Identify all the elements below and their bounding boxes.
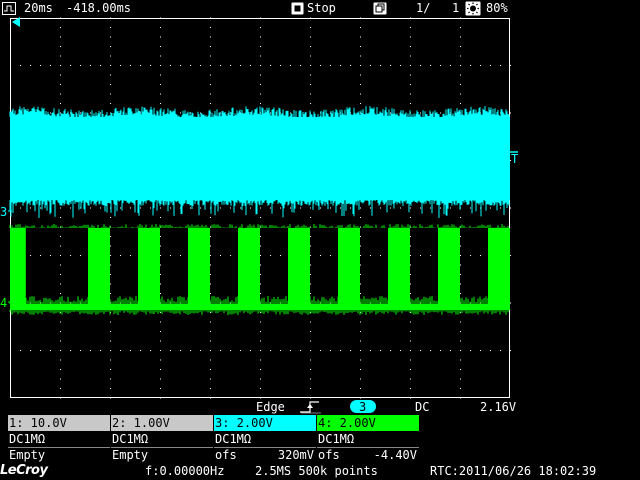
channel-4-pulse bbox=[288, 228, 310, 310]
channel-4-pulse bbox=[388, 228, 410, 310]
channel-4-offset-label: ofs bbox=[318, 448, 340, 462]
channel-3-offset-label: ofs bbox=[215, 448, 237, 462]
channel-3-waveform bbox=[9, 106, 510, 218]
channel-4-marker-label: 4 bbox=[0, 296, 7, 310]
channel-3-offset-value: 320mV bbox=[277, 448, 314, 462]
channel-4-waveform bbox=[9, 224, 510, 315]
frequency-readout: f:0.00000Hz bbox=[145, 464, 225, 478]
channel-1-coupling: DC1MΩ bbox=[9, 432, 46, 446]
channel-4-pulse bbox=[10, 228, 26, 310]
brightness-value: 80% bbox=[486, 1, 508, 15]
sample-rate-readout: 2.5MS 500k points bbox=[255, 464, 378, 478]
trigger-level-marker[interactable]: T bbox=[510, 151, 518, 166]
channel-4-coupling: DC1MΩ bbox=[318, 432, 355, 446]
channel-4-pulse bbox=[188, 228, 210, 310]
stop-icon bbox=[291, 2, 304, 15]
acquisition-stack-icon bbox=[373, 2, 387, 15]
channel-4-pulse bbox=[488, 228, 510, 310]
channel-2-header: 2: 1.00V bbox=[111, 415, 213, 431]
acquisition-count: 1/ bbox=[416, 1, 431, 15]
channel-4-pulse bbox=[438, 228, 460, 310]
run-state[interactable]: Stop bbox=[307, 1, 336, 15]
rising-edge-icon bbox=[300, 401, 321, 414]
channel-4-offset: ofs -4.40V bbox=[317, 447, 419, 463]
timebase-icon bbox=[2, 2, 16, 15]
channel-4-baseline bbox=[10, 304, 510, 310]
channel-2-coupling: DC1MΩ bbox=[112, 432, 149, 446]
status-bar: 20ms -418.00ms Stop 1/ 1 80% bbox=[0, 0, 640, 17]
brand-logo: LeCroy bbox=[0, 463, 48, 478]
real-time-clock: RTC:2011/06/26 18:02:39 bbox=[430, 464, 597, 478]
brightness-icon bbox=[465, 1, 481, 16]
acquisition-total: 1 bbox=[452, 1, 460, 15]
channel-4-offset-value: -4.40V bbox=[373, 448, 417, 462]
bottom-status-bar: LeCroy f:0.00000Hz 2.5MS 500k points RTC… bbox=[0, 463, 640, 480]
channel-3-offset: ofs 320mV bbox=[214, 447, 316, 463]
channel-3-band bbox=[10, 117, 510, 200]
channel-4-pulse bbox=[88, 228, 110, 310]
channel-1-header: 1: 10.0V bbox=[8, 415, 110, 431]
channel-3-info[interactable]: 3: 2.00V DC1MΩ ofs 320mV bbox=[214, 415, 316, 463]
channel-4-pulse bbox=[138, 228, 160, 310]
trigger-info-bar[interactable]: Edge 3 DC 2.16V bbox=[0, 399, 640, 415]
channel-info-table: 1: 10.0V DC1MΩ Empty 2: 1.00V DC1MΩ Empt… bbox=[8, 415, 420, 463]
channel-3-coupling: DC1MΩ bbox=[215, 432, 252, 446]
trigger-level: 2.16V bbox=[480, 400, 517, 414]
channel-4-info[interactable]: 4: 2.00V DC1MΩ ofs -4.40V bbox=[317, 415, 419, 463]
channel-1-info[interactable]: 1: 10.0V DC1MΩ Empty bbox=[8, 415, 110, 463]
channel-2-status: Empty bbox=[112, 448, 149, 462]
channel-4-pulse bbox=[238, 228, 260, 310]
trigger-level-label: T bbox=[511, 152, 518, 166]
channel-1-status: Empty bbox=[9, 448, 46, 462]
trigger-delay-value[interactable]: -418.00ms bbox=[66, 1, 131, 15]
channel-4-pulse bbox=[338, 228, 360, 310]
channel-2-info[interactable]: 2: 1.00V DC1MΩ Empty bbox=[111, 415, 213, 463]
timebase-value[interactable]: 20ms bbox=[24, 1, 53, 15]
waveform-display: T 3 4 bbox=[0, 17, 518, 399]
trigger-coupling: DC bbox=[415, 400, 430, 414]
channel-3-header: 3: 2.00V bbox=[214, 415, 316, 431]
trigger-source: 3 bbox=[359, 400, 367, 414]
trigger-type: Edge bbox=[256, 400, 285, 414]
channel-3-marker-label: 3 bbox=[0, 205, 7, 219]
channel-4-header: 4: 2.00V bbox=[317, 415, 419, 431]
